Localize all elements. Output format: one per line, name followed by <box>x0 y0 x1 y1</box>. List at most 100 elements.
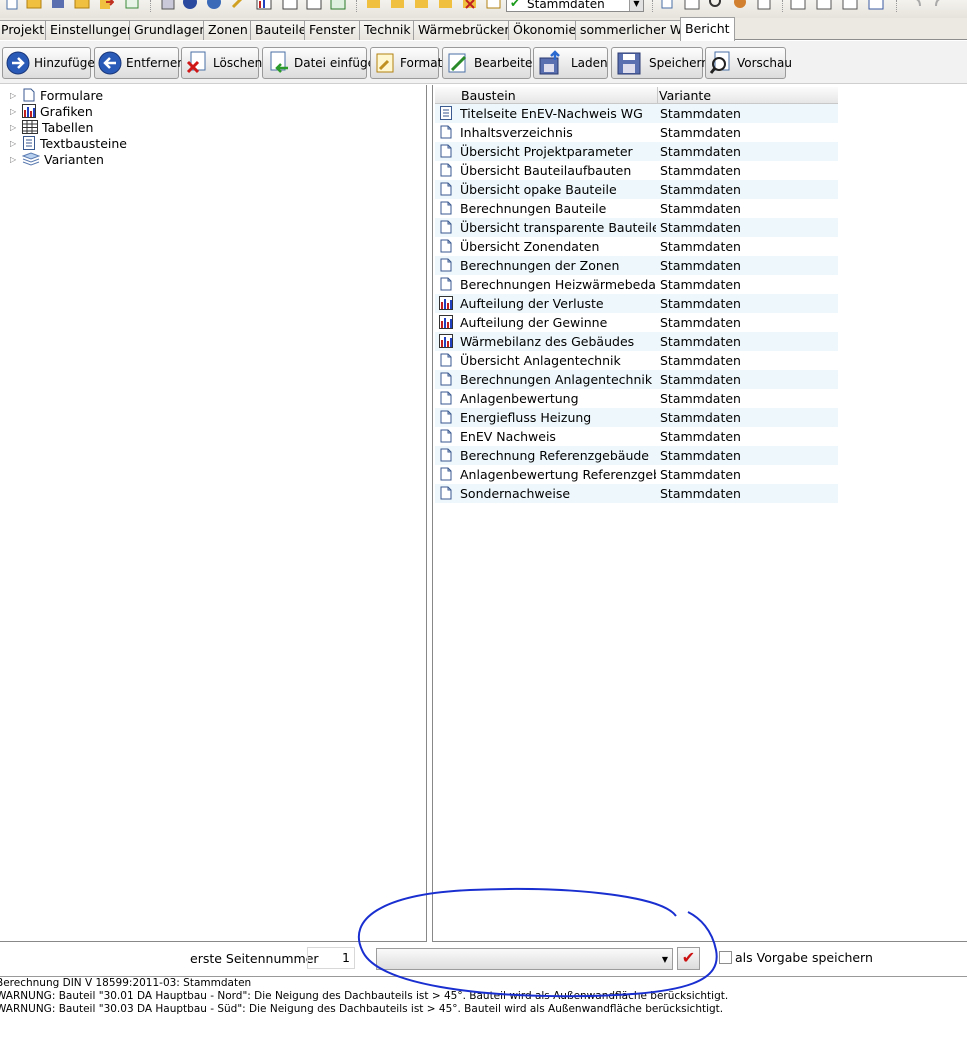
calculator-icon[interactable] <box>160 0 176 10</box>
redo-icon[interactable] <box>932 0 948 10</box>
laden-button[interactable]: Laden <box>533 47 608 79</box>
expand-icon[interactable]: ▷ <box>10 107 18 116</box>
bold-icon[interactable] <box>684 0 700 10</box>
table-row[interactable]: Aufteilung der Gewinne Stammdaten <box>435 313 838 332</box>
entfernen-button[interactable]: Entfernen <box>94 47 185 79</box>
main-tabbar: Projekt Einstellungen Grundlagen Zonen B… <box>0 17 967 41</box>
expand-icon[interactable]: ▷ <box>10 123 18 132</box>
undo-icon[interactable] <box>908 0 924 10</box>
graph-toolbar-icon[interactable] <box>330 0 346 10</box>
table-row[interactable]: Titelseite EnEV-Nachweis WG Stammdaten <box>435 104 838 123</box>
refresh-icon[interactable] <box>124 0 140 10</box>
document-icon <box>440 410 452 424</box>
tab-zonen[interactable]: Zonen <box>203 20 253 40</box>
tab-sommerlicher-ws[interactable]: sommerlicher WS <box>575 20 696 40</box>
expand-icon[interactable]: ▷ <box>10 139 18 148</box>
apply-check-button[interactable]: ✔ <box>677 947 700 970</box>
zoom-icon[interactable] <box>708 0 724 10</box>
table-row[interactable]: Berechnungen der Zonen Stammdaten <box>435 256 838 275</box>
tab-oekonomie[interactable]: Ökonomie <box>508 20 582 40</box>
layout-columns-icon[interactable] <box>816 0 832 10</box>
new-file-icon[interactable] <box>4 0 20 10</box>
tab-einstellungen[interactable]: Einstellungen <box>45 20 140 40</box>
format-button[interactable]: Format <box>370 47 442 79</box>
move-icon[interactable] <box>390 0 406 10</box>
tab-technik[interactable]: Technik <box>359 20 416 40</box>
table-row[interactable]: Anlagenbewertung Referenzgebä... Stammdat… <box>435 465 838 484</box>
table-row[interactable]: Wärmebilanz des Gebäudes Stammdaten <box>435 332 838 351</box>
add-element-icon[interactable] <box>414 0 430 10</box>
tree-item-tabellen[interactable]: ▷ Tabellen <box>10 119 93 135</box>
expand-icon[interactable]: ▷ <box>10 155 18 164</box>
layout-rows-icon[interactable] <box>790 0 806 10</box>
layout-grid-icon[interactable] <box>868 0 884 10</box>
column-header-baustein[interactable]: Baustein <box>461 88 516 103</box>
tab-waermebruecken[interactable]: Wärmebrücken <box>413 20 518 40</box>
table-toolbar-icon[interactable] <box>282 0 298 10</box>
expand-icon[interactable]: ▷ <box>10 91 18 100</box>
tab-fenster[interactable]: Fenster <box>304 20 361 40</box>
table-row[interactable]: Berechnungen Bauteile Stammdaten <box>435 199 838 218</box>
info-icon[interactable] <box>206 0 222 10</box>
chart-toolbar-icon[interactable] <box>256 0 272 10</box>
table-row[interactable]: Aufteilung der Verluste Stammdaten <box>435 294 838 313</box>
datei-einfuegen-button[interactable]: Datei einfügen <box>262 47 383 79</box>
row-name: Übersicht Zonendaten <box>460 239 600 254</box>
tree-item-formulare[interactable]: ▷ Formulare <box>10 87 103 103</box>
table-row[interactable]: Energiefluss Heizung Stammdaten <box>435 408 838 427</box>
import-icon[interactable] <box>366 0 382 10</box>
table-row[interactable]: Berechnung Referenzgebäude Stammdaten <box>435 446 838 465</box>
speichern-button[interactable]: Speichern <box>611 47 709 79</box>
speichern-label: Speichern <box>649 56 709 70</box>
tab-grundlagen[interactable]: Grundlagen <box>129 20 213 40</box>
document-icon <box>440 144 452 158</box>
bearbeiten-button[interactable]: Bearbeiten <box>442 47 540 79</box>
table-row[interactable]: Berechnungen Anlagentechnik Stammdaten <box>435 370 838 389</box>
row-variant: Stammdaten <box>660 144 741 159</box>
tree-item-label: Varianten <box>44 151 104 167</box>
tab-bericht[interactable]: Bericht <box>680 17 735 41</box>
tree-item-grafiken[interactable]: ▷ Grafiken <box>10 103 93 119</box>
hinzufuegen-button[interactable]: Hinzufügen <box>2 47 102 79</box>
tab-projekt[interactable]: Projekt <box>0 20 50 40</box>
export-icon[interactable] <box>98 0 114 10</box>
table-row[interactable]: Übersicht Anlagentechnik Stammdaten <box>435 351 838 370</box>
help-icon[interactable] <box>182 0 198 10</box>
row-variant: Stammdaten <box>660 486 741 501</box>
copy-icon[interactable] <box>660 0 676 10</box>
tree-item-textbausteine[interactable]: ▷ Textbausteine <box>10 135 127 151</box>
start-page-input[interactable]: 1 <box>307 947 355 969</box>
table-row[interactable]: Übersicht transparente Bauteile Stammdate… <box>435 218 838 237</box>
check-element-icon[interactable] <box>486 0 502 10</box>
grid-toolbar-icon[interactable] <box>306 0 322 10</box>
loeschen-button[interactable]: Löschen <box>181 47 262 79</box>
open-folder-icon[interactable] <box>26 0 42 10</box>
layout-cascade-icon[interactable] <box>842 0 858 10</box>
table-row[interactable]: Berechnungen Heizwärmebedarf Stammdaten <box>435 275 838 294</box>
settings-icon[interactable] <box>732 0 748 10</box>
vorschau-button[interactable]: Vorschau <box>705 47 792 79</box>
variant-select[interactable]: ✔ Stammdaten ▼ <box>506 0 644 12</box>
document-icon <box>440 182 452 196</box>
save-default-checkbox[interactable] <box>719 951 732 964</box>
table-row[interactable]: EnEV Nachweis Stammdaten <box>435 427 838 446</box>
template-select[interactable]: ▼ <box>376 948 673 970</box>
save-icon[interactable] <box>50 0 66 10</box>
script-icon[interactable] <box>756 0 772 10</box>
tree-item-varianten[interactable]: ▷ Varianten <box>10 151 104 167</box>
table-row[interactable]: Sondernachweise Stammdaten <box>435 484 838 503</box>
table-row[interactable]: Anlagenbewertung Stammdaten <box>435 389 838 408</box>
key-icon[interactable] <box>230 0 246 10</box>
delete-element-icon[interactable] <box>462 0 478 10</box>
copy-element-icon[interactable] <box>438 0 454 10</box>
table-row[interactable]: Inhaltsverzeichnis Stammdaten <box>435 123 838 142</box>
table-row[interactable]: Übersicht Zonendaten Stammdaten <box>435 237 838 256</box>
open-project-icon[interactable] <box>74 0 90 10</box>
chevron-down-icon[interactable]: ▼ <box>629 0 643 11</box>
tab-bauteile[interactable]: Bauteile <box>250 20 312 40</box>
table-row[interactable]: Übersicht opake Bauteile Stammdaten <box>435 180 838 199</box>
column-header-variante[interactable]: Variante <box>659 88 711 103</box>
table-row[interactable]: Übersicht Bauteilaufbauten Stammdaten <box>435 161 838 180</box>
table-row[interactable]: Übersicht Projektparameter Stammdaten <box>435 142 838 161</box>
chart-icon <box>439 296 453 310</box>
